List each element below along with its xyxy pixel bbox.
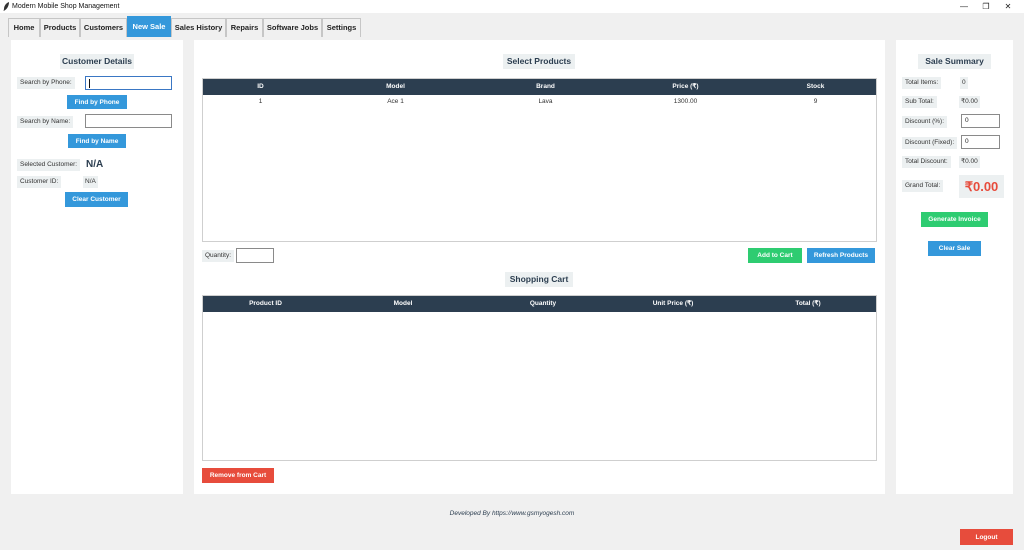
col-brand[interactable]: Brand (473, 79, 618, 95)
title-bar: Modern Mobile Shop Management — ❐ ✕ (0, 0, 1024, 13)
selected-customer-label: Selected Customer: (17, 159, 81, 171)
customer-id-label: Customer ID: (17, 176, 62, 188)
tab-bar: Home Products Customers New Sale Sales H… (0, 13, 1024, 37)
window-title: Modern Mobile Shop Management (12, 3, 120, 10)
quantity-input[interactable] (236, 248, 274, 263)
sale-main-panel: Select Products ID Model Brand Price (₹)… (194, 40, 885, 494)
tab-sales-history[interactable]: Sales History (171, 18, 226, 37)
customer-id-value: N/A (83, 176, 98, 188)
find-by-phone-button[interactable]: Find by Phone (67, 95, 127, 109)
text-caret (89, 79, 90, 88)
quantity-label: Quantity: (202, 250, 235, 262)
col-stock[interactable]: Stock (753, 79, 878, 95)
discount-percent-label: Discount (%): (902, 116, 948, 128)
col-unit-price[interactable]: Unit Price (₹) (608, 296, 738, 312)
logout-button[interactable]: Logout (960, 529, 1013, 545)
cell-price: 1300.00 (673, 98, 698, 105)
add-to-cart-button[interactable]: Add to Cart (748, 248, 802, 263)
remove-from-cart-button[interactable]: Remove from Cart (202, 468, 274, 483)
tab-home[interactable]: Home (8, 18, 40, 37)
grand-total-box: ₹0.00 (959, 175, 1004, 198)
phone-search-input[interactable] (85, 76, 172, 90)
col-id[interactable]: ID (203, 79, 318, 95)
customer-heading: Customer Details (60, 54, 134, 69)
clear-customer-button[interactable]: Clear Customer (65, 192, 128, 207)
select-products-heading: Select Products (503, 54, 575, 69)
name-search-input[interactable] (85, 114, 172, 128)
customer-panel: Customer Details Search by Phone: Find b… (11, 40, 183, 494)
sale-summary-panel: Sale Summary Total Items: 0 Sub Total: ₹… (896, 40, 1013, 494)
cell-brand: Lava (538, 98, 553, 105)
tab-customers[interactable]: Customers (80, 18, 127, 37)
col-model[interactable]: Model (328, 296, 478, 312)
cell-model: Ace 1 (387, 98, 404, 105)
col-quantity[interactable]: Quantity (478, 296, 608, 312)
tab-products[interactable]: Products (40, 18, 80, 37)
cell-id: 1 (258, 98, 263, 105)
col-price[interactable]: Price (₹) (618, 79, 753, 95)
products-table-header: ID Model Brand Price (₹) Stock (203, 79, 876, 95)
table-row[interactable]: 1 Ace 1 Lava 1300.00 9 (203, 96, 876, 108)
tab-settings[interactable]: Settings (322, 18, 361, 37)
total-discount-label: Total Discount: (902, 156, 951, 168)
shopping-cart-heading: Shopping Cart (505, 272, 573, 287)
close-button[interactable]: ✕ (994, 0, 1022, 13)
refresh-products-button[interactable]: Refresh Products (807, 248, 875, 263)
grand-total-label: Grand Total: (902, 180, 944, 192)
subtotal-value: ₹0.00 (959, 96, 980, 108)
grand-total-value: ₹0.00 (964, 179, 999, 194)
cell-stock: 9 (813, 98, 818, 105)
discount-percent-input[interactable]: 0 (961, 114, 1000, 128)
find-by-name-button[interactable]: Find by Name (68, 134, 126, 148)
selected-customer-value: N/A (86, 159, 104, 170)
clear-sale-button[interactable]: Clear Sale (928, 241, 981, 256)
sale-summary-heading: Sale Summary (918, 54, 991, 69)
feather-quill-icon (3, 2, 9, 11)
discount-fixed-input[interactable]: 0 (961, 135, 1000, 149)
tab-repairs[interactable]: Repairs (226, 18, 263, 37)
subtotal-label: Sub Total: (902, 96, 937, 108)
col-total[interactable]: Total (₹) (738, 296, 878, 312)
cart-table-header: Product ID Model Quantity Unit Price (₹)… (203, 296, 876, 312)
total-items-label: Total Items: (902, 77, 942, 89)
generate-invoice-button[interactable]: Generate Invoice (921, 212, 988, 227)
tab-new-sale[interactable]: New Sale (127, 16, 171, 37)
col-product-id[interactable]: Product ID (203, 296, 328, 312)
products-table[interactable]: ID Model Brand Price (₹) Stock 1 Ace 1 L… (202, 78, 877, 242)
cart-table[interactable]: Product ID Model Quantity Unit Price (₹)… (202, 295, 877, 461)
name-search-label: Search by Name: (17, 116, 74, 128)
total-discount-value: ₹0.00 (959, 156, 980, 168)
phone-search-label: Search by Phone: (17, 77, 75, 89)
total-items-value: 0 (960, 77, 968, 89)
col-model[interactable]: Model (318, 79, 473, 95)
tab-software-jobs[interactable]: Software Jobs (263, 18, 322, 37)
discount-fixed-label: Discount (Fixed): (902, 137, 958, 149)
developer-credit: Developed By https://www.gsmyogesh.com (449, 510, 575, 517)
